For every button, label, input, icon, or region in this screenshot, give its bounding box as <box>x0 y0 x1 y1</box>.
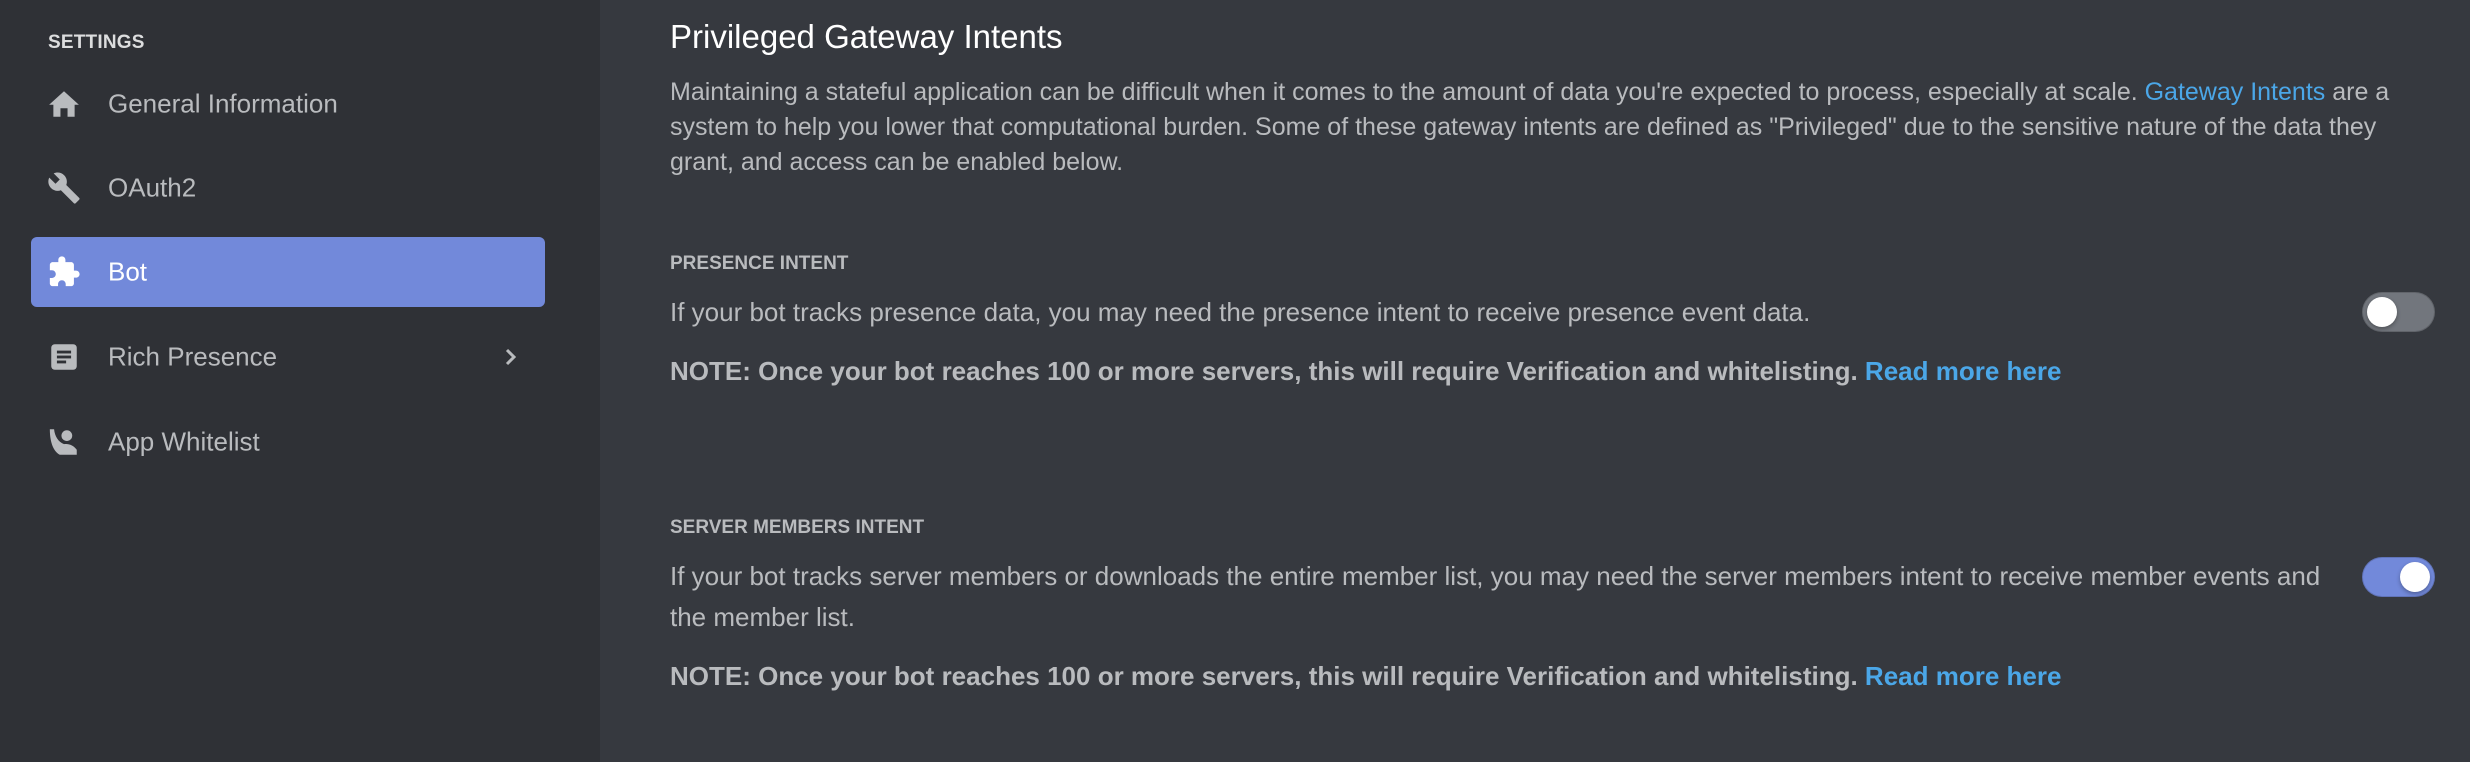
sidebar-item-label: Rich Presence <box>108 341 278 372</box>
settings-sidebar: SETTINGS General Information OAuth2 Bot … <box>0 0 600 762</box>
sidebar-item-label: General Information <box>108 88 338 119</box>
sidebar-item-app-whitelist[interactable]: App Whitelist <box>31 407 545 477</box>
sidebar-header: SETTINGS <box>48 32 145 53</box>
sidebar-item-oauth2[interactable]: OAuth2 <box>31 153 545 223</box>
read-more-link[interactable]: Read more here <box>1865 356 2062 386</box>
note-text: NOTE: Once your bot reaches 100 or more … <box>670 356 1865 386</box>
note-text: NOTE: Once your bot reaches 100 or more … <box>670 661 1865 691</box>
server-members-intent-title: SERVER MEMBERS INTENT <box>670 517 925 538</box>
read-more-link[interactable]: Read more here <box>1865 661 2062 691</box>
home-icon <box>47 87 81 121</box>
sidebar-item-bot[interactable]: Bot <box>31 237 545 307</box>
sidebar-item-label: App Whitelist <box>108 426 260 457</box>
puzzle-icon <box>47 255 81 289</box>
chevron-right-icon[interactable] <box>499 345 523 369</box>
presence-intent-description: If your bot tracks presence data, you ma… <box>670 297 1811 327</box>
presence-intent-title: PRESENCE INTENT <box>670 253 849 274</box>
server-members-intent-toggle[interactable] <box>2362 557 2435 597</box>
sidebar-item-general-information[interactable]: General Information <box>31 69 545 139</box>
toggle-knob <box>2367 297 2397 327</box>
page-title: Privileged Gateway Intents <box>670 18 1063 55</box>
main-content: Privileged Gateway Intents Maintaining a… <box>600 0 2470 762</box>
sidebar-item-label: OAuth2 <box>108 172 197 203</box>
intro-paragraph: Maintaining a stateful application can b… <box>670 75 2410 180</box>
wrench-icon <box>47 171 81 205</box>
presence-intent-note: NOTE: Once your bot reaches 100 or more … <box>670 356 2061 387</box>
sidebar-item-label: Bot <box>108 256 148 287</box>
document-icon <box>47 340 81 374</box>
server-members-intent-note: NOTE: Once your bot reaches 100 or more … <box>670 661 2061 692</box>
intro-text-before: Maintaining a stateful application can b… <box>670 78 2145 106</box>
user-wave-icon <box>47 425 81 459</box>
gateway-intents-link[interactable]: Gateway Intents <box>2145 78 2326 106</box>
sidebar-item-rich-presence[interactable]: Rich Presence <box>31 322 545 392</box>
server-members-intent-description: If your bot tracks server members or dow… <box>670 561 2321 632</box>
presence-intent-toggle[interactable] <box>2362 292 2435 332</box>
toggle-knob <box>2400 562 2430 592</box>
